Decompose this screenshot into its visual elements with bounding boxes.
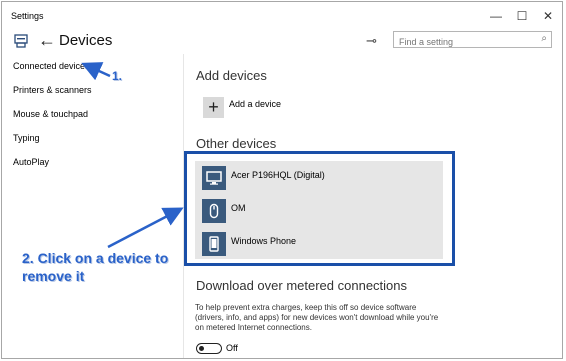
- step2-callout-line2: remove it: [22, 268, 85, 284]
- annotation-arrows: [81, 62, 184, 249]
- step1-arrow: [81, 62, 111, 81]
- step1-callout: 1.: [112, 69, 123, 83]
- step2-callout-line1: 2. Click on a device to: [22, 250, 169, 266]
- step2-arrow: [107, 207, 184, 249]
